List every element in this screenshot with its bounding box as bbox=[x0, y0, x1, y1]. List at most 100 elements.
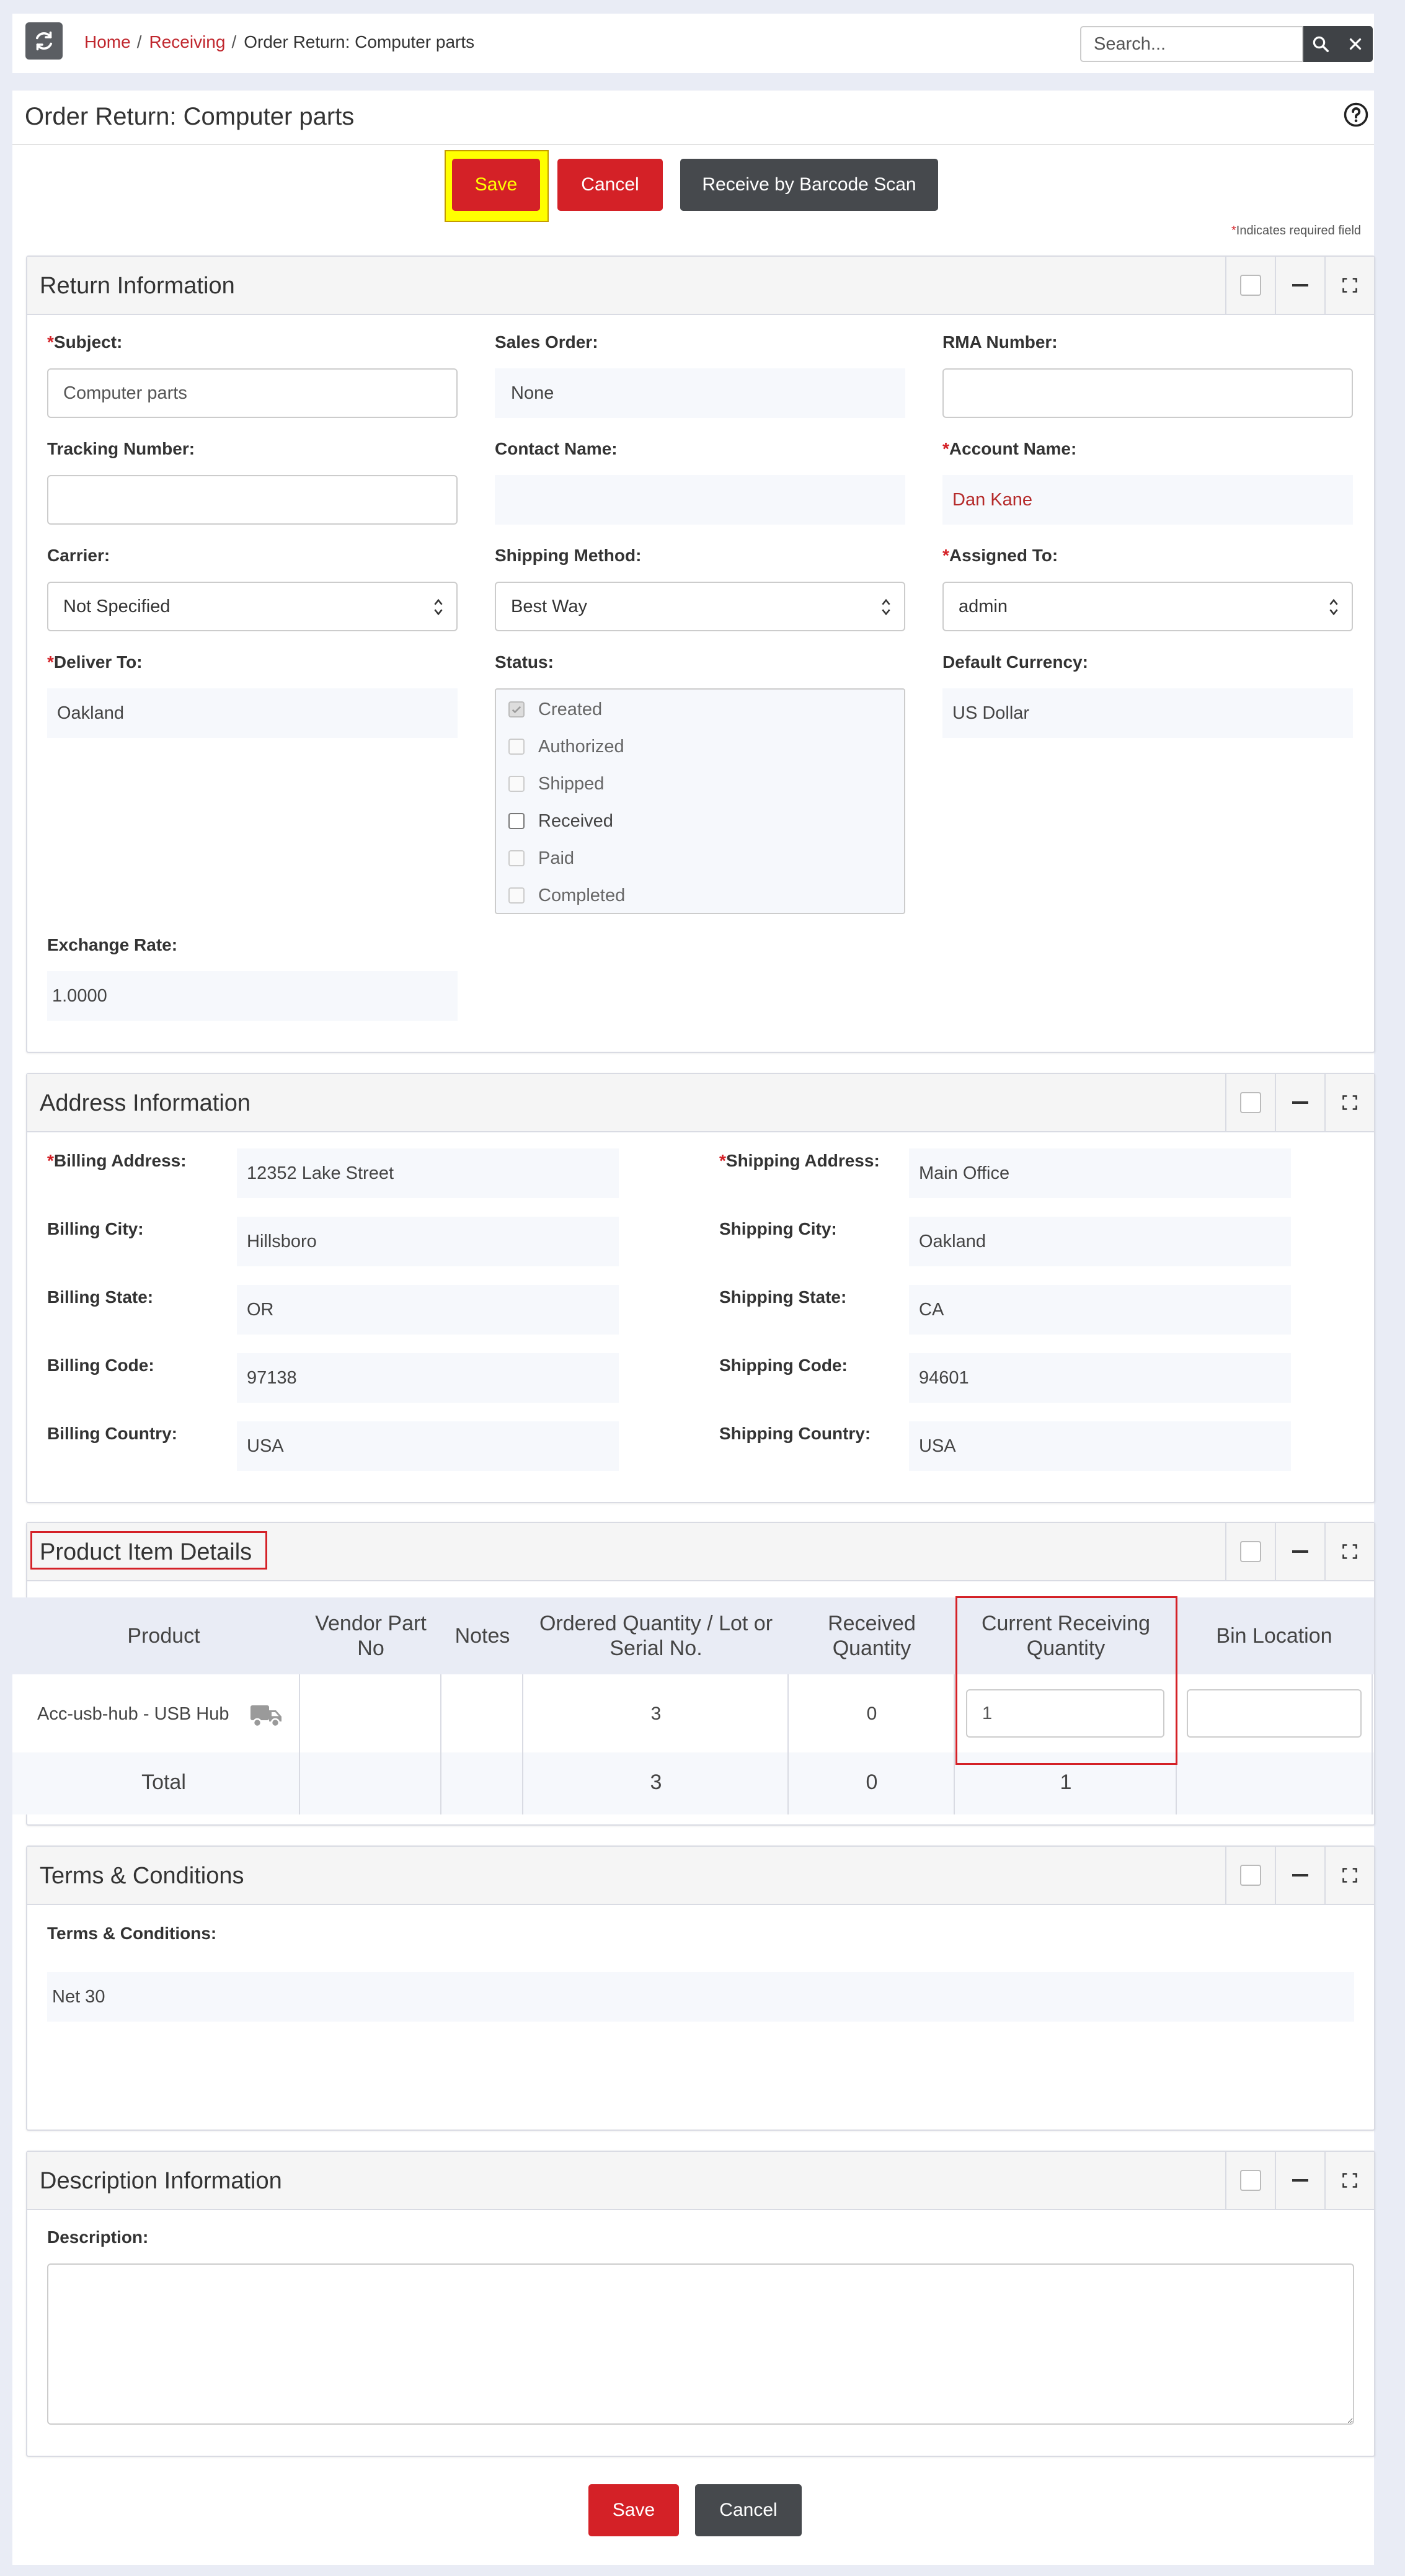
subject-input[interactable]: Computer parts bbox=[47, 368, 458, 418]
breadcrumb-separator: / bbox=[136, 32, 142, 51]
default-currency-label: Default Currency: bbox=[942, 652, 1088, 672]
panel-expand-button[interactable] bbox=[1324, 257, 1374, 314]
select-caret-icon bbox=[434, 598, 443, 616]
assigned-to-select[interactable]: admin bbox=[942, 582, 1353, 631]
billing-code-value: 97138 bbox=[237, 1353, 619, 1403]
cancel-button-bottom[interactable]: Cancel bbox=[695, 2484, 802, 2536]
receive-by-barcode-button[interactable]: Receive by Barcode Scan bbox=[680, 159, 938, 211]
refresh-button[interactable] bbox=[25, 22, 63, 60]
breadcrumb-home-link[interactable]: Home bbox=[84, 32, 131, 51]
received-quantity-cell: 0 bbox=[866, 1703, 877, 1724]
sales-order-value: None bbox=[495, 368, 905, 418]
status-option-received[interactable]: Received bbox=[508, 809, 613, 833]
checkbox-icon bbox=[508, 739, 525, 755]
select-caret-icon bbox=[1329, 598, 1338, 616]
current-receiving-column-highlight bbox=[955, 1596, 1177, 1765]
tracking-number-label: Tracking Number: bbox=[47, 439, 195, 458]
deliver-to-label: *Deliver To: bbox=[47, 652, 143, 672]
billing-city-label: Billing City: bbox=[47, 1219, 144, 1238]
terms-value: Net 30 bbox=[47, 1972, 1354, 2022]
panel-collapse-button[interactable] bbox=[1275, 1074, 1324, 1131]
panel-title: Description Information bbox=[40, 2168, 282, 2194]
panel-expand-button[interactable] bbox=[1324, 1523, 1374, 1580]
panel-select-control[interactable] bbox=[1225, 1847, 1275, 1904]
panel-collapse-button[interactable] bbox=[1275, 1523, 1324, 1580]
carrier-select[interactable]: Not Specified bbox=[47, 582, 458, 631]
clear-search-button[interactable] bbox=[1338, 26, 1373, 62]
total-label: Total bbox=[141, 1770, 186, 1794]
notes-cell bbox=[441, 1697, 523, 1731]
shipping-method-label: Shipping Method: bbox=[495, 546, 642, 565]
tracking-number-input[interactable] bbox=[47, 475, 458, 525]
panel-expand-button[interactable] bbox=[1324, 1074, 1374, 1131]
billing-state-value: OR bbox=[237, 1285, 619, 1335]
panel-expand-button[interactable] bbox=[1324, 1847, 1374, 1904]
panel-collapse-button[interactable] bbox=[1275, 2152, 1324, 2209]
shipping-city-label: Shipping City: bbox=[719, 1219, 837, 1238]
help-icon[interactable] bbox=[1343, 102, 1369, 128]
breadcrumb-current: Order Return: Computer parts bbox=[244, 32, 475, 51]
shipping-country-value: USA bbox=[909, 1421, 1291, 1471]
shipping-method-select[interactable]: Best Way bbox=[495, 582, 905, 631]
total-current-receiving-quantity: 1 bbox=[1060, 1770, 1072, 1794]
shipping-method-selected-value: Best Way bbox=[511, 596, 588, 616]
panel-collapse-button[interactable] bbox=[1275, 1847, 1324, 1904]
shipping-city-value: Oakland bbox=[909, 1217, 1291, 1266]
panel-select-control[interactable] bbox=[1225, 2152, 1275, 2209]
terms-label: Terms & Conditions: bbox=[47, 1924, 217, 1943]
column-header-received-quantity: Received Quantity bbox=[828, 1612, 916, 1660]
panel-select-control[interactable] bbox=[1225, 1074, 1275, 1131]
account-name-link[interactable]: Dan Kane bbox=[942, 475, 1353, 525]
shipping-code-label: Shipping Code: bbox=[719, 1356, 848, 1375]
minus-icon bbox=[1292, 1101, 1308, 1104]
status-option-authorized: Authorized bbox=[508, 734, 624, 759]
deliver-to-value: Oakland bbox=[47, 688, 458, 738]
save-button-bottom[interactable]: Save bbox=[588, 2484, 679, 2536]
column-header-vendor-part-no: Vendor Part No bbox=[315, 1612, 427, 1660]
total-ordered-quantity: 3 bbox=[650, 1770, 662, 1794]
bin-location-input[interactable] bbox=[1187, 1689, 1362, 1738]
product-name-link[interactable]: Acc-usb-hub - USB Hub bbox=[37, 1697, 229, 1731]
checkbox-icon bbox=[1240, 2170, 1261, 2191]
column-divider bbox=[440, 1674, 441, 1814]
checkbox-icon[interactable] bbox=[508, 813, 525, 829]
default-currency-value: US Dollar bbox=[942, 688, 1353, 738]
shipping-state-value: CA bbox=[909, 1285, 1291, 1335]
page-title: Order Return: Computer parts bbox=[25, 103, 355, 130]
search-button[interactable] bbox=[1303, 26, 1338, 62]
shipping-code-value: 94601 bbox=[909, 1353, 1291, 1403]
required-field-note: *Indicates required field bbox=[1231, 224, 1362, 238]
status-checkbox-list: Created Authorized Shipped Received Paid… bbox=[495, 688, 905, 914]
billing-country-value: USA bbox=[237, 1421, 619, 1471]
expand-icon bbox=[1342, 2173, 1357, 2188]
expand-icon bbox=[1342, 1095, 1357, 1110]
panel-collapse-button[interactable] bbox=[1275, 257, 1324, 314]
ordered-quantity-cell: 3 bbox=[650, 1703, 662, 1724]
column-divider bbox=[1372, 1674, 1373, 1814]
checkbox-icon bbox=[1240, 1541, 1261, 1562]
column-header-bin-location: Bin Location bbox=[1216, 1624, 1332, 1648]
exchange-rate-value: 1.0000 bbox=[47, 971, 458, 1021]
cancel-button[interactable]: Cancel bbox=[557, 159, 663, 211]
rma-number-input[interactable] bbox=[942, 368, 1353, 418]
vendor-part-no-cell bbox=[300, 1697, 441, 1731]
section-title-highlight bbox=[30, 1531, 267, 1570]
subject-label: *Subject: bbox=[47, 332, 123, 352]
panel-select-control[interactable] bbox=[1225, 1523, 1275, 1580]
expand-icon bbox=[1342, 278, 1357, 293]
panel-select-control[interactable] bbox=[1225, 257, 1275, 314]
close-icon bbox=[1349, 38, 1362, 50]
minus-icon bbox=[1292, 1550, 1308, 1553]
minus-icon bbox=[1292, 1874, 1308, 1876]
save-button[interactable]: Save bbox=[452, 159, 540, 211]
description-textarea[interactable] bbox=[47, 2263, 1354, 2425]
search-input[interactable] bbox=[1080, 26, 1303, 62]
status-option-created: Created bbox=[508, 697, 602, 722]
checkbox-icon bbox=[508, 887, 525, 904]
panel-header: Return Information bbox=[27, 257, 1374, 315]
breadcrumb-receiving-link[interactable]: Receiving bbox=[149, 32, 225, 51]
status-option-shipped: Shipped bbox=[508, 771, 604, 796]
checkbox-icon bbox=[1240, 1865, 1261, 1886]
panel-header: Description Information bbox=[27, 2152, 1374, 2210]
panel-expand-button[interactable] bbox=[1324, 2152, 1374, 2209]
